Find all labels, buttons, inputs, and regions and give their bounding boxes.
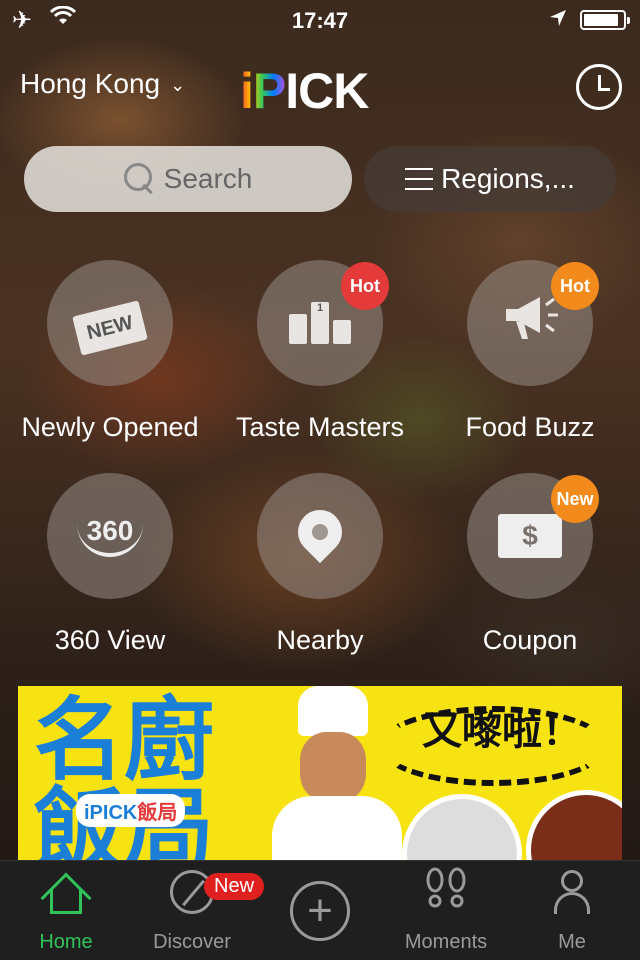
tile-coupon[interactable]: $ New Coupon	[425, 473, 635, 656]
coupon-circle[interactable]: $ New	[467, 473, 599, 599]
newly-opened-circle[interactable]: NEW	[47, 260, 173, 386]
city-label: Hong Kong	[20, 68, 161, 99]
new-badge: New	[551, 475, 599, 523]
new-badge: New	[204, 873, 265, 900]
tab-label: Discover	[153, 931, 231, 953]
tile-360-view[interactable]: 360 360 View	[5, 473, 215, 656]
city-selector[interactable]: Hong Kong ⌄	[20, 68, 185, 100]
menu-list-icon	[405, 168, 434, 190]
plus-icon: +	[290, 881, 350, 941]
tab-home[interactable]: Home	[2, 861, 130, 960]
history-clock-icon[interactable]	[576, 64, 622, 110]
tile-label: 360 View	[54, 625, 166, 655]
status-time: 17:47	[291, 8, 349, 33]
tab-add[interactable]: +	[256, 861, 384, 960]
chevron-down-icon: ⌄	[170, 74, 186, 95]
hot-badge: Hot	[551, 262, 599, 310]
tab-me[interactable]: Me	[508, 861, 636, 960]
tile-food-buzz[interactable]: Hot Food Buzz	[425, 260, 635, 443]
location-pin-icon	[288, 500, 352, 564]
tile-label: Food Buzz	[465, 412, 595, 442]
tab-moments[interactable]: Moments	[382, 861, 510, 960]
home-icon	[40, 872, 92, 924]
banner-brand: iPICK飯局	[76, 794, 186, 827]
tile-label: Newly Opened	[21, 412, 199, 442]
360-view-circle[interactable]: 360	[47, 473, 173, 599]
tile-label: Taste Masters	[235, 412, 405, 442]
promo-banner[interactable]: 名廚 飯局 iPICK飯局 又嚟啦！	[18, 686, 622, 866]
taste-masters-circle[interactable]: 1 Hot	[257, 260, 389, 386]
360-view-icon: 360	[76, 515, 144, 557]
hot-badge: Hot	[341, 262, 389, 310]
banner-title: 名廚 飯局	[34, 688, 214, 867]
search-icon	[123, 163, 156, 195]
app-logo: iPICK	[240, 63, 369, 119]
person-icon	[554, 870, 590, 914]
chef-photo	[268, 686, 418, 866]
regions-filter-button[interactable]: Regions,...	[364, 146, 616, 212]
tab-discover[interactable]: New Discover	[128, 861, 265, 960]
battery-icon	[580, 10, 630, 30]
coupon-icon: $	[498, 514, 562, 558]
tab-label: Home	[39, 931, 93, 953]
tile-newly-opened[interactable]: NEW Newly Opened	[5, 260, 215, 443]
nearby-circle[interactable]	[257, 473, 383, 599]
new-sign-icon: NEW	[72, 300, 148, 356]
footprints-icon	[422, 866, 470, 918]
food-buzz-circle[interactable]: Hot	[467, 260, 599, 386]
podium-icon: 1	[289, 302, 351, 344]
tile-label: Nearby	[276, 625, 364, 655]
status-bar: ✈ 17:47	[0, 0, 640, 40]
dish-photo	[526, 790, 622, 866]
dish-photo	[402, 794, 522, 866]
regions-label: Regions,...	[441, 163, 575, 194]
location-arrow-icon	[548, 8, 568, 34]
tile-nearby[interactable]: Nearby	[215, 473, 425, 656]
tab-label: Moments	[404, 931, 488, 953]
tile-taste-masters[interactable]: 1 Hot Taste Masters	[215, 260, 425, 443]
tile-label: Coupon	[482, 625, 578, 655]
search-placeholder: Search	[163, 163, 253, 194]
megaphone-icon	[500, 289, 560, 358]
tab-label: Me	[558, 931, 586, 953]
search-input[interactable]: Search	[24, 146, 352, 212]
banner-headline: 又嚟啦！	[422, 708, 582, 754]
tab-bar: Home New Discover + Moments Me	[0, 860, 640, 960]
